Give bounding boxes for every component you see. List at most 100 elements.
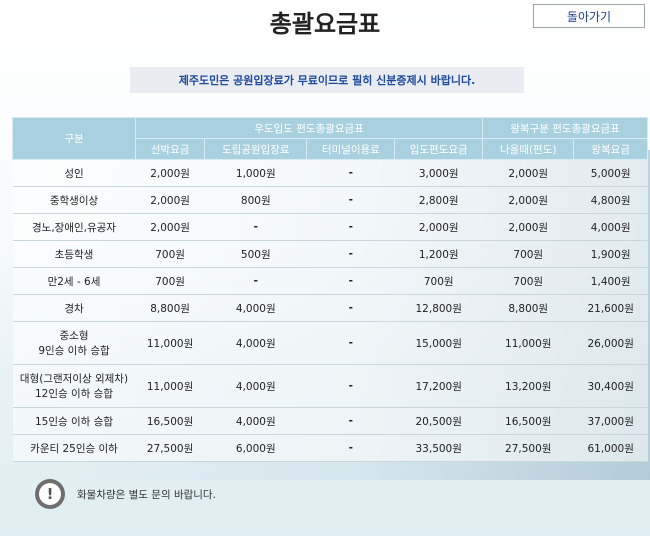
fare-cell: 2,000원 (135, 186, 205, 214)
fare-cell: - (306, 364, 395, 408)
fare-cell: 700원 (482, 267, 574, 295)
table-row: 성인 2,000원 1,000원 -3,000원 2,000원 5,000원 (12, 159, 648, 187)
footnote: ! 화물차량은 별도 문의 바랍니다. (35, 479, 216, 509)
row-label: 15인승 이하 승합 (12, 407, 136, 435)
fare-cell: 11,000원 (135, 321, 205, 365)
exclamation-icon: ! (35, 479, 65, 509)
row-label-line: 경노,장애인,유공자 (32, 221, 116, 234)
header-gubun: 구분 (12, 117, 136, 160)
row-label-line: 중소형 (59, 330, 89, 342)
fare-cell: - (204, 213, 307, 241)
fare-cell: 2,000원 (482, 159, 574, 187)
table-row: 중소형 9인승 이하 승합 11,000원 4,000원 -15,000원 11,000원… (12, 321, 648, 365)
row-label-line: 12인승 이하 승합 (35, 388, 113, 400)
fare-cell: 20,500원 (394, 407, 483, 435)
fare-cell: 30,400원 (573, 364, 648, 408)
fare-cell: 700원 (394, 267, 483, 295)
col-entry-oneway: 입도편도요금 (394, 138, 484, 160)
row-label: 경노,장애인,유공자 (12, 213, 136, 241)
fare-cell: 2,000원 (394, 213, 483, 241)
fare-cell: 700원 (135, 267, 205, 295)
col-return-oneway: 나올때(편도) (482, 138, 575, 160)
fare-cell: 1,400원 (573, 267, 648, 295)
notice-banner: 제주도민은 공원입장료가 무료이므로 필히 신분증제시 바랍니다. (130, 67, 524, 93)
fare-cell: 6,000원 (204, 434, 307, 462)
fare-cell: 4,800원 (573, 186, 648, 214)
row-label-line: 카운티 25인승 이하 (30, 442, 118, 455)
fare-cell: 3,000원 (394, 159, 483, 187)
fare-cell: 61,000원 (573, 434, 648, 462)
fare-cell: 11,000원 (482, 321, 574, 365)
fare-cell: 2,000원 (482, 186, 574, 214)
fare-cell: 4,000원 (204, 364, 307, 408)
fare-cell: 700원 (135, 240, 205, 268)
fare-cell: - (306, 186, 395, 214)
row-label: 만2세 - 6세 (12, 267, 136, 295)
row-label-line: 15인승 이하 승합 (35, 415, 113, 428)
fare-cell: 13,200원 (482, 364, 574, 408)
table-row: 만2세 - 6세 700원 - -700원 700원 1,400원 (12, 267, 648, 295)
table-row: 경차 8,800원 4,000원 -12,800원 8,800원 21,600원 (12, 294, 648, 322)
fare-cell: 700원 (482, 240, 574, 268)
fare-cell: - (204, 267, 307, 295)
fare-cell: 1,000원 (204, 159, 307, 187)
fare-cell: 5,000원 (573, 159, 648, 187)
fare-cell: - (306, 159, 395, 187)
col-roundtrip: 왕복요금 (573, 138, 648, 160)
fare-cell: 1,200원 (394, 240, 483, 268)
fare-cell: 500원 (204, 240, 307, 268)
header-group-roundtrip: 왕복구분 편도총괄요금표 (482, 117, 648, 139)
row-label: 중학생이상 (12, 186, 136, 214)
fare-cell: 4,000원 (204, 294, 307, 322)
fare-cell: 4,000원 (204, 321, 307, 365)
row-label: 초등학생 (12, 240, 136, 268)
header-group-oneway: 우도입도 편도총괄요금표 (134, 117, 484, 139)
row-label-line: 9인승 이하 승합 (38, 345, 110, 357)
fare-cell: 27,500원 (482, 434, 574, 462)
fare-cell: 11,000원 (135, 364, 205, 408)
fare-cell: 37,000원 (573, 407, 648, 435)
fare-cell: 2,000원 (135, 213, 205, 241)
row-label: 대형(그랜저이상 외제차) 12인승 이하 승합 (12, 364, 136, 408)
row-label: 카운티 25인승 이하 (12, 434, 136, 462)
fare-cell: 21,600원 (573, 294, 648, 322)
fare-cell: 2,800원 (394, 186, 483, 214)
fare-cell: 27,500원 (135, 434, 205, 462)
fare-cell: 16,500원 (482, 407, 574, 435)
fare-cell: 4,000원 (204, 407, 307, 435)
fare-cell: - (306, 213, 395, 241)
row-label-line: 성인 (64, 167, 84, 180)
fare-cell: - (306, 321, 395, 365)
row-label: 성인 (12, 159, 136, 187)
fare-cell: 16,500원 (135, 407, 205, 435)
table-row: 초등학생 700원 500원 -1,200원 700원 1,900원 (12, 240, 648, 268)
row-label-line: 경차 (64, 302, 84, 315)
table-row: 15인승 이하 승합 16,500원 4,000원 -20,500원 16,500원 37… (12, 407, 648, 435)
table-row: 대형(그랜저이상 외제차) 12인승 이하 승합 11,000원 4,000원 -17,… (12, 364, 648, 408)
col-ship-fare: 선박요금 (134, 138, 206, 160)
row-label: 경차 (12, 294, 136, 322)
footnote-text: 화물차량은 별도 문의 바랍니다. (77, 488, 216, 501)
fare-cell: 2,000원 (135, 159, 205, 187)
row-label: 중소형 9인승 이하 승합 (12, 321, 136, 365)
fare-cell: - (306, 407, 395, 435)
table-row: 카운티 25인승 이하 27,500원 6,000원 -33,500원 27,500원 6… (12, 434, 648, 462)
fare-cell: - (306, 434, 395, 462)
fare-cell: - (306, 240, 395, 268)
col-park-fee: 도립공원입장료 (204, 138, 308, 160)
row-label-line: 대형(그랜저이상 외제차) (19, 373, 129, 385)
fare-cell: - (306, 267, 395, 295)
fare-table: 구분 우도입도 편도총괄요금표 왕복구분 편도총괄요금표 선박요금 도립공원입장… (12, 117, 648, 462)
fare-cell: 15,000원 (394, 321, 483, 365)
fare-cell: - (306, 294, 395, 322)
fare-cell: 800원 (204, 186, 307, 214)
fare-cell: 26,000원 (573, 321, 648, 365)
table-row: 중학생이상 2,000원 800원 -2,800원 2,000원 4,800원 (12, 186, 648, 214)
fare-cell: 17,200원 (394, 364, 483, 408)
back-button[interactable]: 돌아가기 (533, 4, 645, 28)
fare-cell: 12,800원 (394, 294, 483, 322)
fare-cell: 33,500원 (394, 434, 483, 462)
row-label-line: 중학생이상 (49, 194, 99, 207)
table-row: 경노,장애인,유공자 2,000원 - -2,000원 2,000원 4,000원 (12, 213, 648, 241)
fare-cell: 8,800원 (482, 294, 574, 322)
